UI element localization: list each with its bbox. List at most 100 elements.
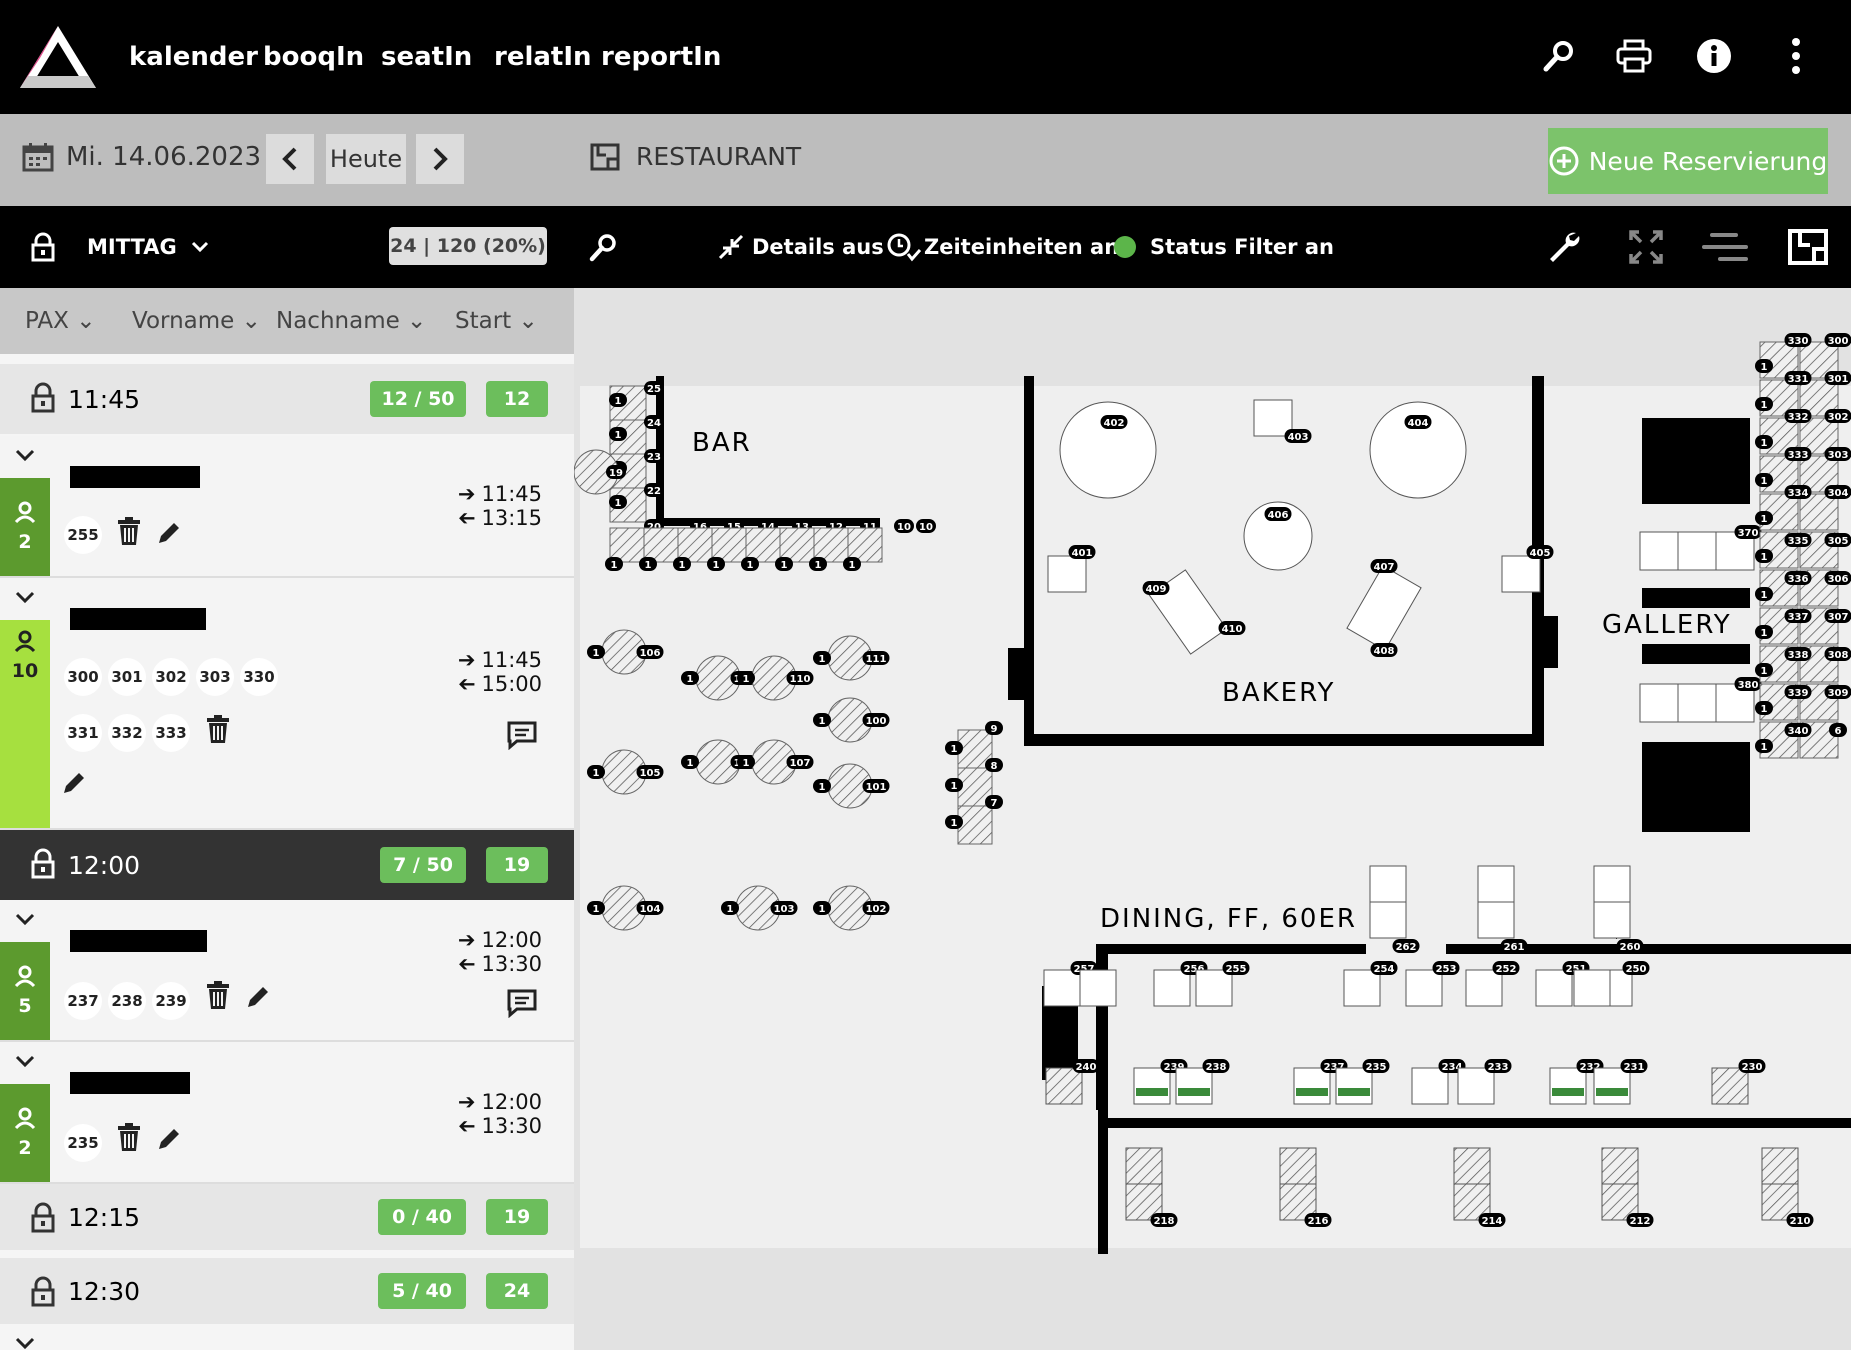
details-toggle[interactable]: Details aus bbox=[718, 206, 884, 288]
reservation-strip[interactable] bbox=[1178, 1088, 1210, 1096]
table-tag[interactable]: 239 bbox=[152, 982, 190, 1020]
dining-table[interactable] bbox=[1535, 969, 1573, 1007]
new-reservation-button[interactable]: Neue Reservierung bbox=[1548, 128, 1828, 194]
list-search-icon[interactable] bbox=[588, 206, 618, 288]
chevron-down-icon[interactable] bbox=[14, 1050, 36, 1072]
floorplan-view-icon[interactable] bbox=[1788, 206, 1828, 288]
previous-day-button[interactable] bbox=[266, 134, 314, 184]
dining-table[interactable] bbox=[1593, 865, 1631, 903]
dining-table[interactable] bbox=[1045, 1067, 1083, 1105]
table-tag[interactable]: 300 bbox=[64, 658, 102, 696]
lock-icon[interactable] bbox=[30, 206, 56, 288]
expand-icon[interactable] bbox=[1628, 206, 1664, 288]
gallery-table[interactable] bbox=[1677, 531, 1717, 571]
reservation-strip[interactable] bbox=[1136, 1088, 1168, 1096]
time-slot-1145[interactable]: 11:45 12 / 50 12 bbox=[0, 364, 574, 434]
date-picker[interactable]: Mi. 14.06.2023 bbox=[22, 142, 289, 172]
sort-pax[interactable]: PAX ⌄ bbox=[25, 308, 95, 334]
restaurant-selector[interactable]: RESTAURANT bbox=[590, 142, 801, 171]
time-units-toggle[interactable]: Zeiteinheiten an bbox=[886, 206, 1119, 288]
reservation-strip[interactable] bbox=[1552, 1088, 1584, 1096]
gallery-table[interactable] bbox=[1639, 683, 1679, 723]
sort-vorname[interactable]: Vorname ⌄ bbox=[132, 308, 261, 334]
dining-table[interactable] bbox=[1125, 1147, 1163, 1185]
dining-table[interactable] bbox=[1411, 1067, 1449, 1105]
dining-table[interactable] bbox=[1079, 969, 1117, 1007]
chevron-down-icon[interactable] bbox=[14, 444, 36, 466]
dining-table[interactable] bbox=[1549, 1067, 1587, 1105]
table-tag[interactable]: 255 bbox=[64, 516, 102, 554]
dining-table[interactable] bbox=[1369, 901, 1407, 939]
dining-table[interactable] bbox=[1465, 969, 1503, 1007]
dining-table[interactable] bbox=[1153, 969, 1191, 1007]
bar-seat[interactable] bbox=[609, 527, 645, 563]
edit-icon[interactable] bbox=[244, 982, 272, 1012]
time-slot-1200[interactable]: 12:00 7 / 50 19 bbox=[0, 830, 574, 900]
table-tag[interactable]: 330 bbox=[240, 658, 278, 696]
table-tag[interactable]: 301 bbox=[108, 658, 146, 696]
bar-seat[interactable] bbox=[813, 527, 849, 563]
dining-table[interactable] bbox=[1175, 1067, 1213, 1105]
table-tag[interactable]: 235 bbox=[64, 1124, 102, 1162]
table-tag[interactable]: 303 bbox=[196, 658, 234, 696]
comment-icon[interactable] bbox=[506, 988, 538, 1018]
shift-selector[interactable]: MITTAG bbox=[87, 206, 209, 288]
nav-reportin[interactable]: reportIn bbox=[601, 0, 721, 114]
reservation-card[interactable]: 5 237 238 239 ➔ 12:00 ➔ 13:30 bbox=[0, 900, 574, 1042]
delete-icon[interactable] bbox=[115, 516, 143, 546]
search-icon[interactable] bbox=[1536, 34, 1580, 78]
wrench-icon[interactable] bbox=[1546, 206, 1582, 288]
floor-plan-canvas[interactable]: 2512412312211920111611511411311211111010… bbox=[574, 288, 1851, 1350]
reservation-strip[interactable] bbox=[1596, 1088, 1628, 1096]
stand-table[interactable] bbox=[957, 805, 993, 845]
delete-icon[interactable] bbox=[115, 1122, 143, 1152]
edit-icon[interactable] bbox=[60, 768, 88, 798]
reservation-card[interactable]: 2 235 ➔ 12:00 ➔ 13:30 bbox=[0, 1042, 574, 1184]
edit-icon[interactable] bbox=[155, 518, 183, 548]
dining-table[interactable] bbox=[1335, 1067, 1373, 1105]
table-tag[interactable]: 237 bbox=[64, 982, 102, 1020]
dining-table[interactable] bbox=[1195, 969, 1233, 1007]
bakery-table[interactable] bbox=[1253, 399, 1293, 437]
gallery-table[interactable] bbox=[1677, 683, 1717, 723]
comment-icon[interactable] bbox=[506, 720, 538, 750]
chevron-down-icon[interactable] bbox=[14, 586, 36, 608]
nav-kalender[interactable]: kalender bbox=[129, 0, 258, 114]
dining-table[interactable] bbox=[1369, 865, 1407, 903]
dining-table[interactable] bbox=[1761, 1147, 1799, 1185]
edit-icon[interactable] bbox=[155, 1124, 183, 1154]
dining-table[interactable] bbox=[1405, 969, 1443, 1007]
dining-table[interactable] bbox=[1593, 901, 1631, 939]
dining-table[interactable] bbox=[1573, 969, 1611, 1007]
sort-nachname[interactable]: Nachname ⌄ bbox=[276, 308, 426, 334]
next-day-button[interactable] bbox=[416, 134, 464, 184]
print-icon[interactable] bbox=[1612, 34, 1656, 78]
bar-seat[interactable] bbox=[847, 527, 883, 563]
timeline-view-icon[interactable] bbox=[1702, 206, 1748, 288]
table-tag[interactable]: 302 bbox=[152, 658, 190, 696]
reservation-strip[interactable] bbox=[1296, 1088, 1328, 1096]
dining-table[interactable] bbox=[1279, 1147, 1317, 1185]
dining-table[interactable] bbox=[1477, 901, 1515, 939]
chevron-down-icon[interactable] bbox=[14, 1332, 36, 1350]
dining-table[interactable] bbox=[1711, 1067, 1749, 1105]
dining-table[interactable] bbox=[1133, 1067, 1171, 1105]
table-tag[interactable]: 331 bbox=[64, 714, 102, 752]
reservation-strip[interactable] bbox=[1338, 1088, 1370, 1096]
reservation-card[interactable]: 10 300 301 302 303 330 331 332 333 ➔ 11:4… bbox=[0, 578, 574, 830]
bar-seat[interactable] bbox=[711, 527, 747, 563]
bar-seat[interactable] bbox=[779, 527, 815, 563]
time-slot-1215[interactable]: 12:15 0 / 40 19 bbox=[0, 1184, 574, 1250]
chevron-down-icon[interactable] bbox=[14, 908, 36, 930]
dining-table[interactable] bbox=[1343, 969, 1381, 1007]
nav-booqin[interactable]: booqIn bbox=[263, 0, 364, 114]
nav-seatin[interactable]: seatIn bbox=[381, 0, 472, 114]
nav-relatin[interactable]: relatIn bbox=[494, 0, 592, 114]
info-icon[interactable] bbox=[1692, 34, 1736, 78]
gallery-table[interactable] bbox=[1639, 531, 1679, 571]
gallery-table[interactable] bbox=[1799, 493, 1839, 531]
dining-table[interactable] bbox=[1043, 969, 1081, 1007]
table-tag[interactable]: 333 bbox=[152, 714, 190, 752]
bar-seat[interactable] bbox=[677, 527, 713, 563]
today-button[interactable]: Heute bbox=[326, 134, 406, 184]
